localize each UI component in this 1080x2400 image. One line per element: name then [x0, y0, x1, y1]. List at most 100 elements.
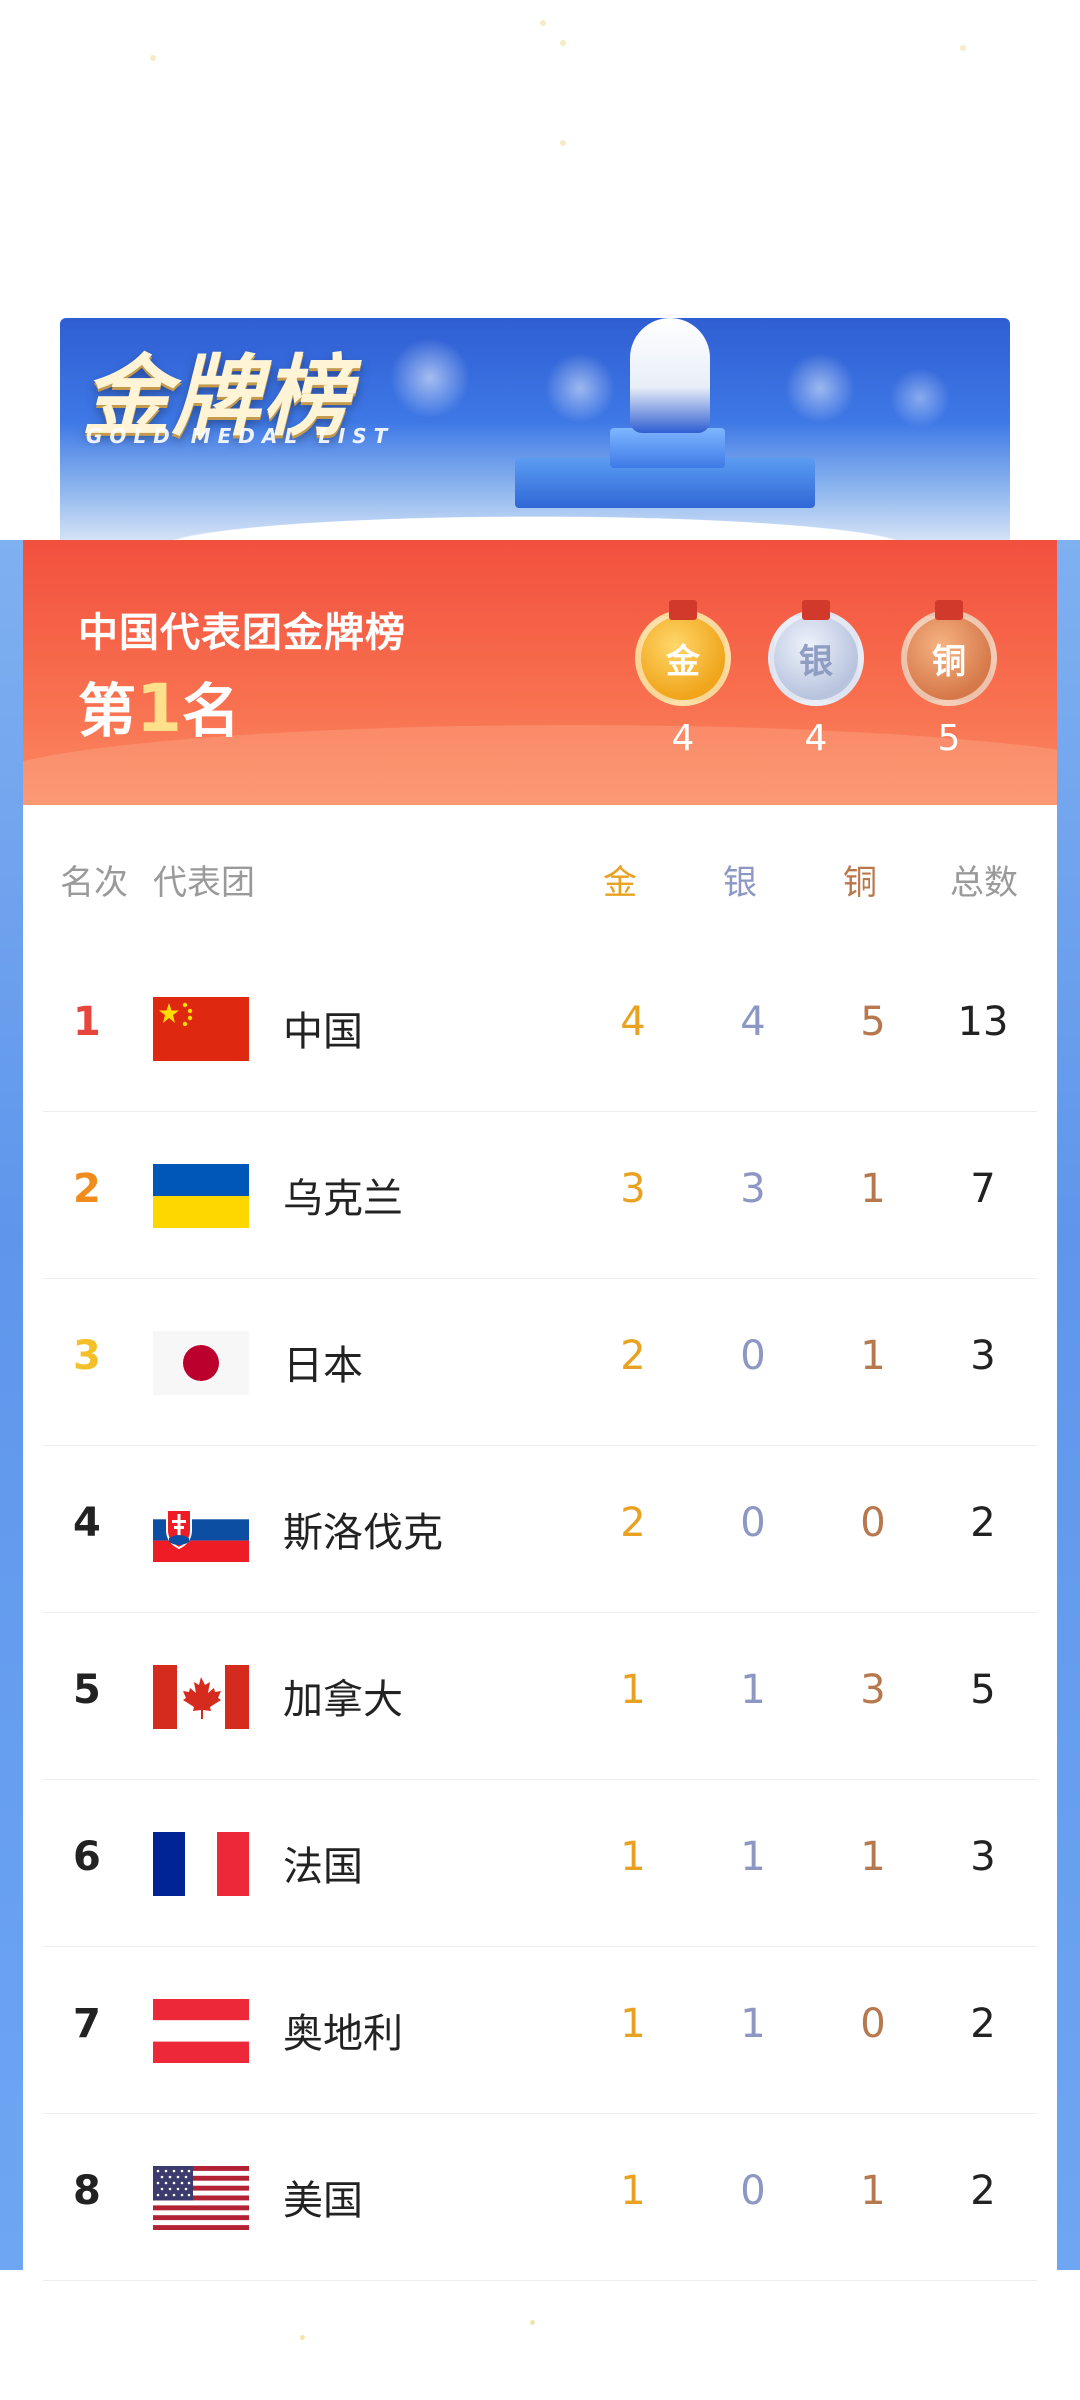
row-gold: 4 [620, 999, 646, 1045]
row-silver: 0 [740, 1333, 766, 1379]
row-gold: 1 [620, 2001, 646, 2047]
row-bronze: 0 [860, 2001, 886, 2047]
row-bronze: 0 [860, 1500, 886, 1546]
row-bronze: 5 [860, 999, 886, 1045]
header-total: 总数 [950, 863, 1018, 903]
header-gold: 金 [603, 863, 637, 903]
sparkle-decoration [560, 40, 566, 46]
mascot-illustration [630, 318, 710, 433]
silver-medal-label: 银 [799, 641, 833, 682]
row-silver: 0 [740, 1500, 766, 1546]
rank-prefix: 第 [78, 677, 137, 745]
row-total: 2 [970, 1500, 996, 1546]
row-team: 美国 [283, 2178, 363, 2224]
row-silver: 1 [740, 1667, 766, 1713]
sparkle-decoration [530, 2320, 535, 2325]
row-rank: 2 [73, 1166, 101, 1212]
row-rank: 8 [73, 2168, 101, 2214]
row-rank: 1 [73, 999, 101, 1045]
row-total: 3 [970, 1333, 996, 1379]
row-gold: 2 [620, 1333, 646, 1379]
row-silver: 1 [740, 2001, 766, 2047]
gold-medal-icon: 金 [635, 600, 731, 706]
row-rank: 4 [73, 1500, 101, 1546]
table-header: 名次 代表团 金 银 铜 总数 [23, 805, 1057, 945]
rank-suffix: 名 [181, 677, 240, 745]
header-rank: 名次 [60, 863, 128, 903]
row-bronze: 1 [860, 1834, 886, 1880]
row-gold: 1 [620, 2168, 646, 2214]
usa-flag-icon [153, 2166, 249, 2230]
silver-count: 4 [804, 718, 828, 759]
row-total: 2 [970, 2168, 996, 2214]
gold-medal-label: 金 [666, 641, 700, 682]
gold-count: 4 [671, 718, 695, 759]
row-silver: 3 [740, 1166, 766, 1212]
row-silver: 4 [740, 999, 766, 1045]
rank-value: 1 [136, 670, 182, 747]
austria-flag-icon [153, 1999, 249, 2063]
row-bronze: 1 [860, 1166, 886, 1212]
table-row[interactable]: 3 日本 2 0 1 3 [43, 1279, 1037, 1446]
row-rank: 5 [73, 1667, 101, 1713]
row-silver: 0 [740, 2168, 766, 2214]
row-rank: 7 [73, 2001, 101, 2047]
row-bronze: 1 [860, 1333, 886, 1379]
row-total: 2 [970, 2001, 996, 2047]
sparkle-decoration [560, 140, 566, 146]
podium-top-illustration [610, 428, 725, 468]
slovakia-flag-icon [153, 1498, 249, 1562]
row-rank: 6 [73, 1834, 101, 1880]
medal-ribbon [669, 600, 697, 620]
row-team: 法国 [283, 1844, 363, 1890]
row-team: 日本 [283, 1343, 363, 1389]
row-team: 斯洛伐克 [283, 1510, 443, 1556]
medal-table: 名次 代表团 金 银 铜 总数 1 中国 4 4 5 13 2 乌克兰 3 3 … [23, 805, 1057, 2281]
row-bronze: 3 [860, 1667, 886, 1713]
china-summary-card: 中国代表团金牌榜 第1名 金 银 铜 4 4 5 [23, 540, 1057, 805]
sparkle-decoration [300, 2335, 305, 2340]
row-team: 中国 [283, 1009, 363, 1055]
header-bronze: 铜 [843, 863, 877, 903]
row-gold: 1 [620, 1834, 646, 1880]
sparkle-decoration [960, 45, 966, 51]
table-row[interactable]: 4 斯洛伐克 2 0 0 2 [43, 1446, 1037, 1613]
table-row[interactable]: 2 乌克兰 3 3 1 7 [43, 1112, 1037, 1279]
row-rank: 3 [73, 1333, 101, 1379]
row-gold: 1 [620, 1667, 646, 1713]
table-row[interactable]: 1 中国 4 4 5 13 [43, 945, 1037, 1112]
bronze-medal-icon: 铜 [901, 600, 997, 706]
bronze-count: 5 [937, 718, 961, 759]
medal-ribbon [802, 600, 830, 620]
canada-flag-icon [153, 1665, 249, 1729]
medal-ribbon [935, 600, 963, 620]
sparkle-decoration [150, 55, 156, 61]
row-total: 3 [970, 1834, 996, 1880]
header-team: 代表团 [153, 863, 255, 903]
china-flag-icon [153, 997, 249, 1061]
france-flag-icon [153, 1832, 249, 1896]
header-silver: 银 [723, 863, 757, 903]
japan-flag-icon [153, 1331, 249, 1395]
table-row[interactable]: 8 美国 1 0 1 2 [43, 2114, 1037, 2281]
summary-title: 中国代表团金牌榜 [78, 610, 406, 656]
bronze-medal-label: 铜 [932, 641, 966, 682]
row-silver: 1 [740, 1834, 766, 1880]
summary-rank: 第1名 [78, 664, 240, 748]
table-row[interactable]: 7 奥地利 1 1 0 2 [43, 1947, 1037, 2114]
ukraine-flag-icon [153, 1164, 249, 1228]
row-bronze: 1 [860, 2168, 886, 2214]
silver-medal-icon: 银 [768, 600, 864, 706]
banner-subtitle: GOLD MEDAL LIST [86, 424, 395, 448]
row-team: 奥地利 [283, 2011, 403, 2057]
gold-medal-banner: 金牌榜 GOLD MEDAL LIST [60, 318, 1010, 548]
sparkle-decoration [540, 20, 546, 26]
row-total: 13 [957, 999, 1009, 1045]
row-gold: 2 [620, 1500, 646, 1546]
table-row[interactable]: 5 加拿大 1 1 3 5 [43, 1613, 1037, 1780]
row-team: 乌克兰 [283, 1176, 403, 1222]
row-team: 加拿大 [283, 1677, 403, 1723]
row-total: 5 [970, 1667, 996, 1713]
table-row[interactable]: 6 法国 1 1 1 3 [43, 1780, 1037, 1947]
row-gold: 3 [620, 1166, 646, 1212]
